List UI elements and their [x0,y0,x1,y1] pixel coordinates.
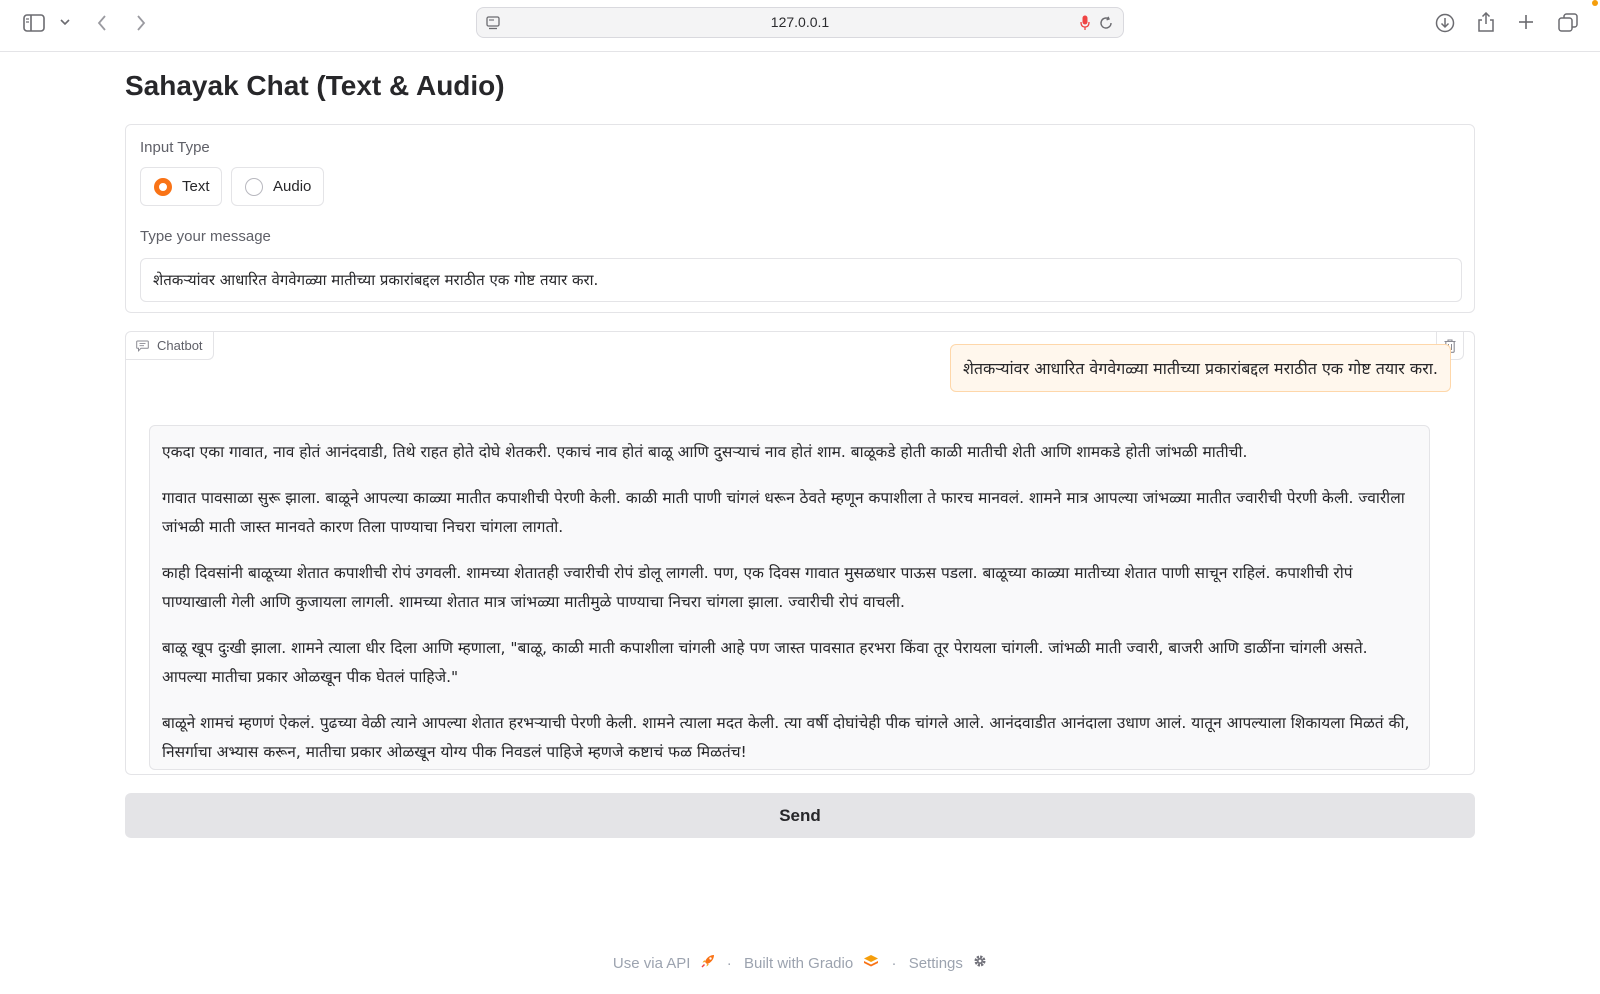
radio-text-label: Text [182,178,210,195]
back-icon[interactable] [92,12,112,34]
notification-dot [1592,0,1598,6]
browser-toolbar: 127.0.0.1 [0,0,1600,52]
download-icon[interactable] [1433,11,1457,35]
input-panel: Input Type Text Audio Type your message [125,124,1475,313]
bot-paragraph: एकदा एका गावात, नाव होतं आनंदवाडी, तिथे … [162,443,1248,461]
bot-message-bubble: एकदा एका गावात, नाव होतं आनंदवाडी, तिथे … [149,425,1430,770]
use-via-api-label: Use via API [612,954,691,972]
bot-paragraph: बाळू खूप दुःखी झाला. शामने त्याला धीर दि… [162,639,1368,686]
chatbot-panel: Chatbot शेतकऱ्यांवर आधारित वेगवेगळ्या मा… [125,331,1475,775]
bot-paragraph: गावात पावसाळा सुरू झाला. बाळूने आपल्या क… [162,489,1405,536]
address-bar[interactable]: 127.0.0.1 [476,7,1124,38]
radio-audio[interactable]: Audio [231,167,324,206]
chatbot-label-tag: Chatbot [126,332,214,360]
send-button[interactable]: Send [125,793,1475,838]
rocket-icon [701,954,715,972]
url-text: 127.0.0.1 [770,14,830,30]
page-title: Sahayak Chat (Text & Audio) [125,70,505,101]
bot-paragraph: बाळूने शामचं म्हणणं ऐकलं. पुढच्या वेळी त… [162,714,1410,761]
use-via-api-link[interactable]: Use via API [613,954,715,972]
chatbot-label: Chatbot [157,338,203,353]
footer-separator: · [891,954,897,972]
gradio-logo-icon [863,954,879,972]
message-input[interactable] [140,258,1462,302]
message-label: Type your message [140,228,271,245]
chevron-down-icon[interactable] [58,14,72,30]
footer-separator: · [726,954,732,972]
chat-bubble-icon [136,340,149,352]
footer: Use via API · Built with Gradio · Settin… [0,954,1600,972]
input-type-label: Input Type [140,139,210,156]
sidebar-toggle-icon[interactable] [22,12,46,34]
radio-selected-indicator [154,177,172,196]
gear-icon [973,954,987,972]
radio-audio-label: Audio [273,178,312,195]
share-icon[interactable] [1474,10,1498,34]
new-tab-icon[interactable] [1515,11,1537,33]
reload-icon[interactable] [1097,14,1115,32]
forward-icon[interactable] [131,12,151,34]
settings-link[interactable]: Settings [909,954,987,972]
microphone-icon[interactable] [1077,14,1093,32]
built-with-gradio-label: Built with Gradio [743,954,854,972]
user-message-bubble: शेतकऱ्यांवर आधारित वेगवेगळ्या मातीच्या प… [950,344,1451,392]
settings-label: Settings [908,954,963,972]
built-with-gradio-link[interactable]: Built with Gradio [744,954,879,972]
radio-unselected-indicator [245,177,263,196]
bot-paragraph: काही दिवसांनी बाळूच्या शेतात कपाशीची रोप… [162,564,1353,611]
tab-overview-icon[interactable] [1556,11,1580,35]
radio-text[interactable]: Text [140,167,222,206]
